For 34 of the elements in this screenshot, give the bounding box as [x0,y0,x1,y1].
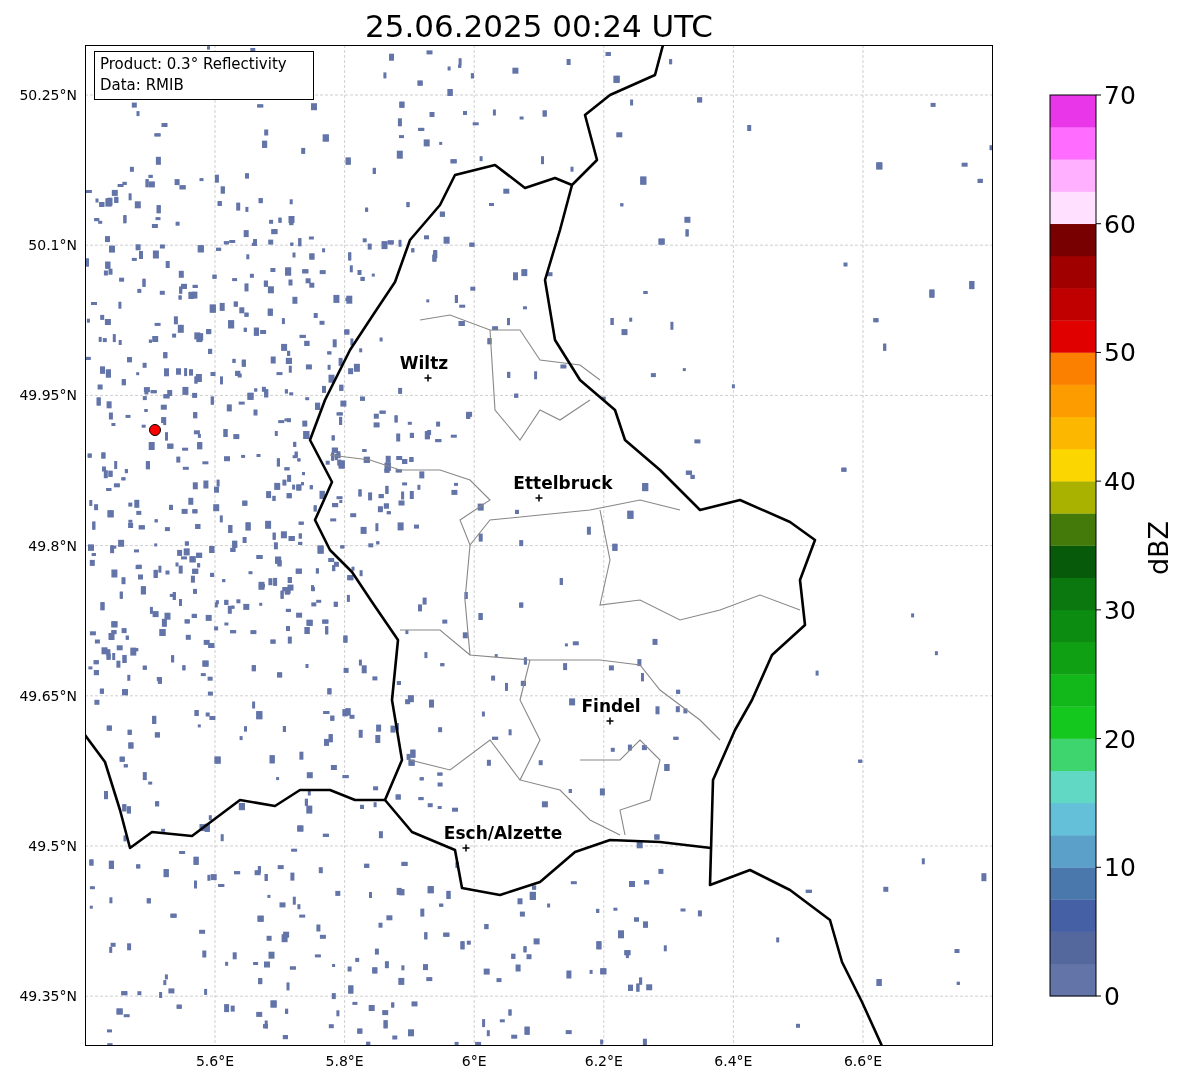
latitude-label: 49.35°N [19,988,77,1005]
colorbar-tick-label: 20 [1104,724,1136,754]
latitude-label: 49.5°N [28,838,77,854]
city-label: Wiltz [399,353,449,373]
city-marker-icon [461,843,471,853]
longitude-label: 5.6°E [195,1053,235,1069]
latitude-label: 49.65°N [19,687,77,704]
colorbar-tick-label: 40 [1104,467,1136,497]
colorbar-tick-label: 0 [1104,982,1120,1011]
longitude-label: 5.8°E [325,1053,364,1069]
colorbar-tick-label: 70 [1104,81,1136,110]
latitude-label: 50.1°N [28,237,77,254]
colorbar-tick-label: 30 [1104,595,1136,625]
city-label: Findel [581,696,641,716]
latitude-label: 50.25°N [19,87,77,103]
longitude-label: 6.6°E [843,1053,883,1069]
city-marker-icon [534,493,544,503]
city-marker-icon [423,373,433,383]
longitude-label: 6.2°E [584,1053,623,1069]
city-label: Ettelbruck [513,473,613,493]
chart-title: 25.06.2025 00:24 UTC [365,8,713,44]
colorbar-tick-label: 60 [1104,209,1136,239]
info-text: Data: RMIB [100,76,184,94]
info-text: Product: 0.3° Reflectivity [100,55,287,73]
latitude-label: 49.95°N [19,387,77,404]
colorbar-tick-label: 50 [1104,338,1136,368]
colorbar-tick-label: 10 [1104,853,1136,883]
city-label: Esch/Alzette [443,823,563,843]
city-marker-icon [605,716,615,726]
radar-site-marker [149,424,161,436]
latitude-label: 49.8°N [28,537,77,554]
longitude-label: 6°E [461,1053,487,1069]
longitude-label: 6.4°E [714,1053,753,1069]
colorbar-label: dBZ [1143,520,1174,576]
